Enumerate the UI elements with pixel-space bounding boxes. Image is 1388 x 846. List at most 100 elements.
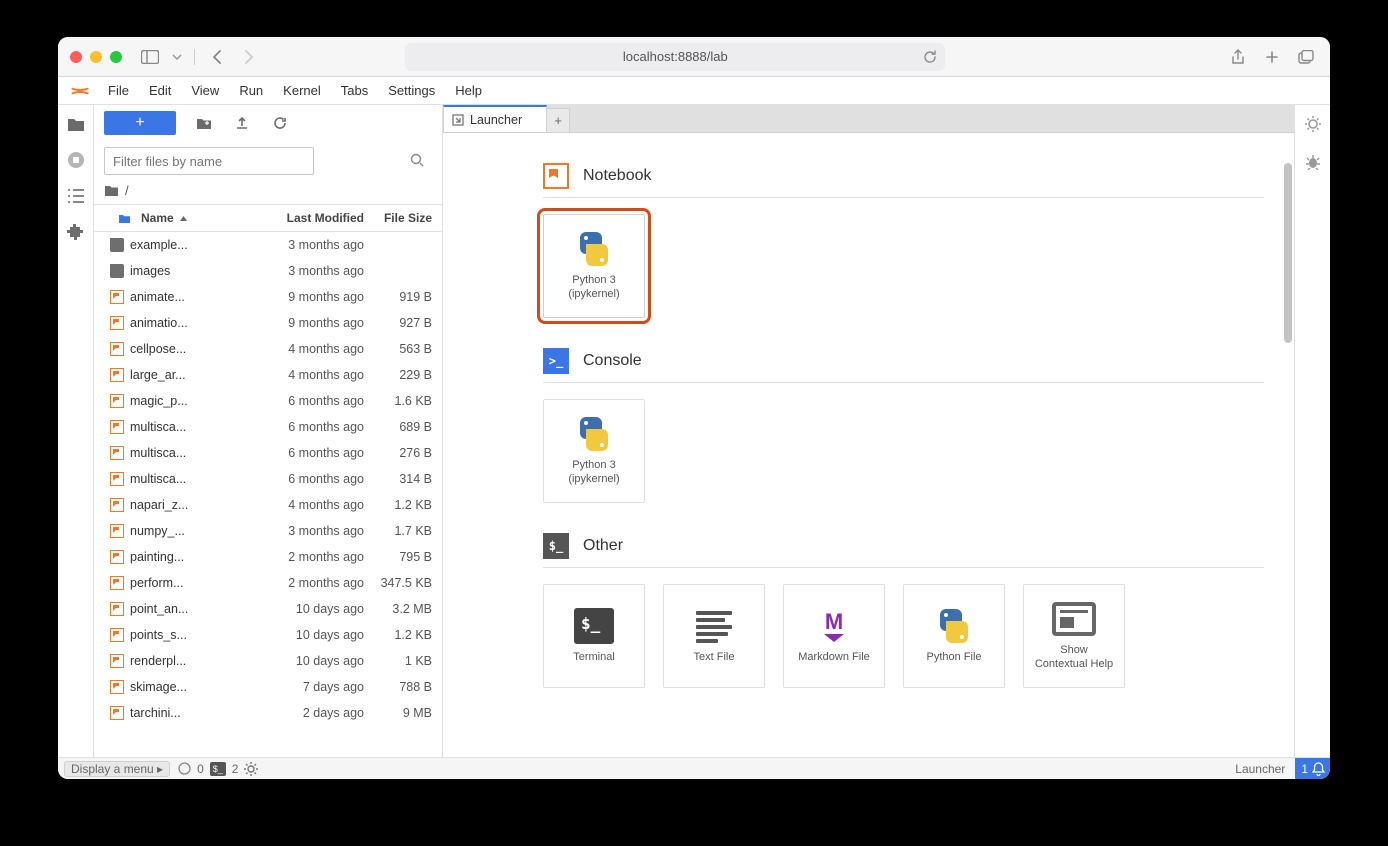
console-python3-card[interactable]: Python 3 (ipykernel) [543,399,645,503]
scrollbar[interactable] [1284,163,1292,343]
window-controls [70,51,122,63]
file-row[interactable]: painting...2 months ago795 B [94,544,442,570]
file-row[interactable]: renderpl...10 days ago1 KB [94,648,442,674]
menu-view[interactable]: View [181,77,229,104]
extensions-tab-icon[interactable] [65,221,87,243]
menu-settings[interactable]: Settings [378,77,445,104]
refresh-icon[interactable] [270,113,290,133]
file-row[interactable]: points_s...10 days ago1.2 KB [94,622,442,648]
toc-tab-icon[interactable] [65,185,87,207]
col-size-header[interactable]: File Size [384,211,432,225]
terminal-card[interactable]: Terminal [543,584,645,688]
back-button[interactable] [205,47,229,67]
reload-icon[interactable] [923,50,937,64]
running-terminals-tab-icon[interactable] [65,149,87,171]
file-row[interactable]: images3 months ago [94,258,442,284]
menu-file[interactable]: File [98,77,139,104]
text-file-icon [696,611,732,641]
sidebar-toggle-icon[interactable] [138,47,162,67]
markdown-file-card[interactable]: M Markdown File [783,584,885,688]
file-name: multisca... [130,472,186,486]
share-icon[interactable] [1226,47,1250,67]
tab-launcher[interactable]: Launcher [443,105,547,132]
file-row[interactable]: napari_z...4 months ago1.2 KB [94,492,442,518]
col-modified-header[interactable]: Last Modified [287,211,364,225]
chevron-down-icon[interactable] [170,47,184,67]
console-python3-label: Python 3 (ipykernel) [564,459,623,487]
close-window-button[interactable] [70,51,82,63]
file-row[interactable]: example...3 months ago [94,232,442,258]
file-row[interactable]: point_an...10 days ago3.2 MB [94,596,442,622]
file-row[interactable]: tarchini...2 days ago9 MB [94,700,442,726]
file-row[interactable]: multisca...6 months ago276 B [94,440,442,466]
file-row[interactable]: animatio...9 months ago927 B [94,310,442,336]
property-inspector-icon[interactable] [1302,113,1324,135]
status-mode[interactable]: Launcher [1225,762,1295,776]
menu-edit[interactable]: Edit [139,77,181,104]
file-row[interactable]: multisca...6 months ago689 B [94,414,442,440]
filter-input[interactable] [104,147,314,175]
python-file-label: Python File [922,651,985,665]
debugger-icon[interactable] [1302,151,1324,173]
address-bar[interactable]: localhost:8888/lab [405,43,945,71]
forward-button[interactable] [237,47,261,67]
menu-tabs[interactable]: Tabs [331,77,378,104]
file-row[interactable]: magic_p...6 months ago1.6 KB [94,388,442,414]
file-size: 276 B [364,446,442,460]
file-row[interactable]: skimage...7 days ago788 B [94,674,442,700]
menu-help[interactable]: Help [445,77,492,104]
browser-titlebar: localhost:8888/lab [58,37,1330,77]
new-folder-icon[interactable] [194,113,214,133]
search-icon [410,153,424,167]
col-name-header[interactable]: Name [141,211,174,225]
text-file-card[interactable]: Text File [663,584,765,688]
file-name: point_an... [130,602,188,616]
breadcrumb[interactable]: / [94,181,442,204]
menu-kernel[interactable]: Kernel [273,77,331,104]
file-row[interactable]: numpy_...3 months ago1.7 KB [94,518,442,544]
tabs-overview-icon[interactable] [1294,47,1318,67]
markdown-icon: M [824,611,844,642]
python-file-card[interactable]: Python File [903,584,1005,688]
upload-icon[interactable] [232,113,252,133]
file-name: painting... [130,550,184,564]
file-size: 1.2 KB [364,498,442,512]
tab-bar: Launcher + [443,105,1294,133]
status-kernels[interactable]: 0 $_ 2 [178,762,258,776]
file-row[interactable]: perform...2 months ago347.5 KB [94,570,442,596]
status-bar: Display a menu ▸ 0 $_ 2 Launcher 1 [58,757,1330,779]
file-row[interactable]: cellpose...4 months ago563 B [94,336,442,362]
main-area: Launcher + Notebook Python 3 (ipykernel) [443,105,1294,757]
contextual-help-card[interactable]: Show Contextual Help [1023,584,1125,688]
notebook-icon [110,498,124,512]
new-tab-icon[interactable] [1260,47,1284,67]
bell-icon [1312,762,1325,776]
file-browser-tab-icon[interactable] [65,113,87,135]
maximize-window-button[interactable] [110,51,122,63]
file-browser-panel: + / [94,105,443,757]
minimize-window-button[interactable] [90,51,102,63]
gear-icon[interactable] [244,762,258,776]
file-name: multisca... [130,420,186,434]
file-size: 314 B [364,472,442,486]
file-size: 229 B [364,368,442,382]
kernel-icon [178,762,191,775]
new-launcher-button[interactable]: + [104,111,176,135]
file-row[interactable]: animate...9 months ago919 B [94,284,442,310]
notebook-python3-card[interactable]: Python 3 (ipykernel) [543,214,645,318]
add-tab-button[interactable]: + [546,108,570,132]
notebook-icon [110,368,124,382]
file-row[interactable]: large_ar...4 months ago229 B [94,362,442,388]
menu-run[interactable]: Run [229,77,273,104]
status-notifications[interactable]: 1 [1295,758,1330,780]
jupyter-logo-icon[interactable] [66,78,92,104]
file-modified: 2 months ago [234,576,364,590]
file-modified: 10 days ago [234,602,364,616]
launcher-content: Notebook Python 3 (ipykernel) >_ Console [443,133,1294,757]
file-row[interactable]: multisca...6 months ago314 B [94,466,442,492]
notebook-icon [110,550,124,564]
file-modified: 10 days ago [234,628,364,642]
file-name: cellpose... [130,342,186,356]
file-size: 1.7 KB [364,524,442,538]
notebook-icon [110,706,124,720]
